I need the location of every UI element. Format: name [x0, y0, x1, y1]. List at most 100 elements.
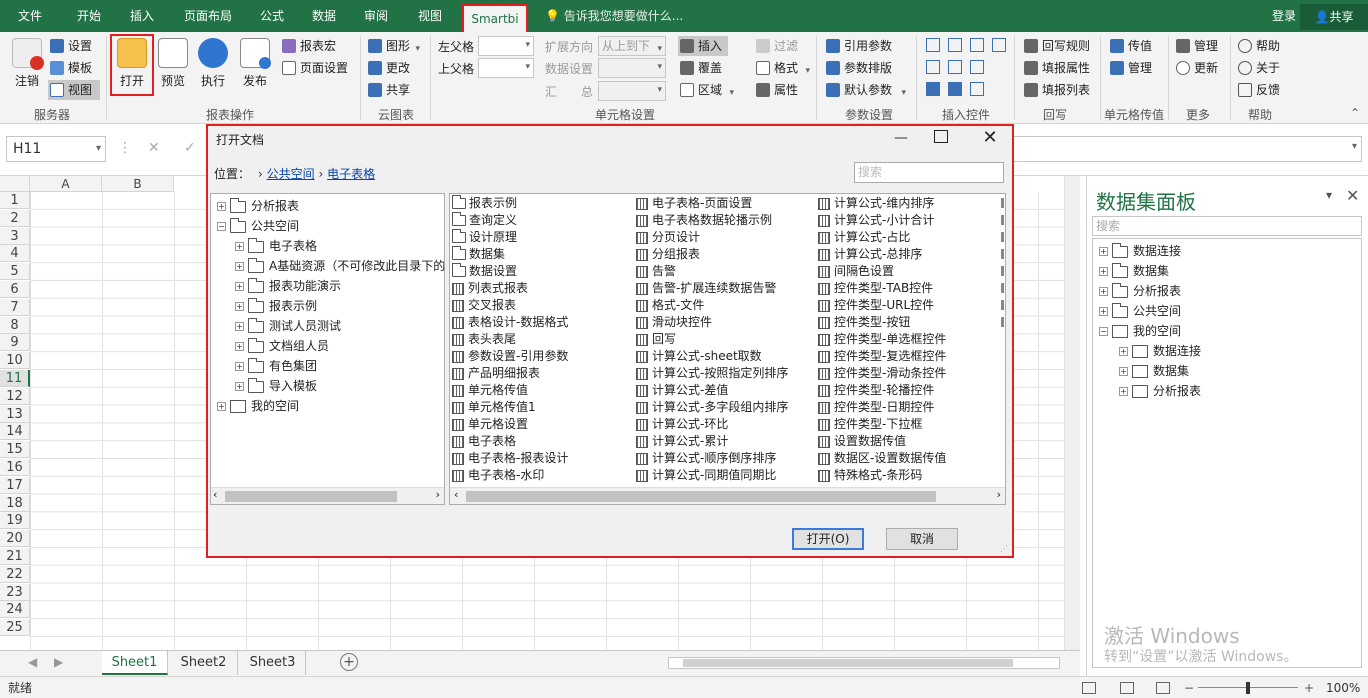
execute-button[interactable]: 执行	[192, 36, 234, 96]
expand-icon[interactable]: +	[1119, 347, 1128, 356]
top-parent-select[interactable]: ▾	[478, 58, 534, 78]
tree-node[interactable]: + 报表功能演示	[235, 276, 341, 296]
expand-icon[interactable]: +	[1099, 287, 1108, 296]
check-icon[interactable]: ✓	[184, 140, 196, 156]
row-header[interactable]: 7	[0, 298, 30, 316]
tab-insert[interactable]: 插入	[122, 0, 162, 32]
file-item[interactable]: 参数设置-引用参数	[452, 348, 632, 365]
row-header[interactable]: 5	[0, 263, 30, 281]
breadcrumb-link-public[interactable]: 公共空间	[267, 167, 315, 181]
dialog-search-input[interactable]: 搜索	[854, 162, 1004, 183]
expand-icon[interactable]: +	[217, 202, 226, 211]
file-item[interactable]: 控件类型-按钮	[818, 314, 998, 331]
chevron-right-icon[interactable]: ›	[436, 488, 440, 501]
file-item[interactable]: 控件类型-复选框控件	[818, 348, 998, 365]
left-parent-select[interactable]: ▾	[478, 36, 534, 56]
file-item[interactable]: 电子表格	[452, 433, 632, 450]
tab-file[interactable]: 文件	[8, 0, 52, 32]
expand-icon[interactable]: +	[235, 342, 244, 351]
tab-review[interactable]: 审阅	[356, 0, 396, 32]
row-header[interactable]: 6	[0, 281, 30, 298]
file-item[interactable]: 计算公式-总排序	[818, 246, 998, 263]
file-item[interactable]: 控件类型-单选框控件	[818, 331, 998, 348]
cancel-button[interactable]: 取消	[886, 528, 958, 550]
cancel-icon[interactable]: ✕	[148, 140, 160, 156]
file-item[interactable]: 控件类型-滑动条控件	[818, 365, 998, 382]
panel-tree-node[interactable]: + 分析报表	[1099, 281, 1181, 301]
tab-formulas[interactable]: 公式	[252, 0, 292, 32]
logout-button[interactable]: 注销	[6, 36, 48, 96]
tab-view[interactable]: 视图	[408, 0, 452, 32]
file-item[interactable]: 单元格设置	[452, 416, 632, 433]
check-control-icon[interactable]	[926, 82, 940, 96]
tree-node[interactable]: + 分析报表	[217, 196, 299, 216]
file-item[interactable]: 电子表格数据轮播示例	[636, 212, 816, 229]
dropdown-control-icon[interactable]	[926, 38, 940, 52]
writeback-rules-button[interactable]: 回写规则	[1022, 36, 1090, 56]
row-header[interactable]: 23	[0, 583, 30, 601]
row-header[interactable]: 1	[0, 192, 30, 209]
sheet-tab-2[interactable]: Sheet2	[170, 651, 238, 675]
tree-node[interactable]: − 公共空间	[217, 216, 299, 236]
params-layout-button[interactable]: 参数排版	[824, 58, 892, 78]
row-header[interactable]: 21	[0, 548, 30, 565]
file-item[interactable]: 电子表格-水印	[452, 467, 632, 484]
checkbox-control-icon[interactable]	[970, 38, 984, 52]
help-button[interactable]: 帮助	[1236, 36, 1280, 56]
minimize-icon[interactable]: —	[888, 126, 914, 150]
add-sheet-icon[interactable]: +	[340, 653, 358, 671]
file-item[interactable]: 交叉报表	[452, 297, 632, 314]
scrollbar-thumb[interactable]	[466, 491, 936, 502]
scrollbar-thumb[interactable]	[683, 659, 1013, 667]
file-item[interactable]: 设计原理	[452, 229, 632, 246]
page-layout-view-icon[interactable]	[1120, 682, 1134, 694]
file-item[interactable]: 计算公式-顺序倒序排序	[636, 450, 816, 467]
file-item[interactable]: 控件类型-日期控件	[818, 399, 998, 416]
row-header[interactable]: 11	[0, 370, 30, 387]
column-header[interactable]: B	[102, 176, 174, 192]
expand-icon[interactable]: +	[235, 262, 244, 271]
scroll-right-icon[interactable]: ▶	[54, 655, 63, 669]
file-item[interactable]: 电子表格-页面设置	[636, 195, 816, 212]
overwrite-mode-button[interactable]: 覆盖	[678, 58, 722, 78]
file-item[interactable]: 控件类型-URL控件	[818, 297, 998, 314]
file-item[interactable]: 格式-文件	[636, 297, 816, 314]
panel-tree-node[interactable]: + 数据连接	[1099, 241, 1181, 261]
horizontal-scrollbar[interactable]	[668, 657, 1060, 669]
row-header[interactable]: 15	[0, 441, 30, 459]
expand-icon[interactable]: +	[235, 302, 244, 311]
file-item[interactable]: 控件类型-轮播控件	[818, 382, 998, 399]
format-button[interactable]: 格式 ▾	[754, 58, 810, 78]
file-item[interactable]: 数据区-设置数据传值	[818, 450, 998, 467]
name-box[interactable]: H11 ▾	[6, 136, 106, 162]
file-item[interactable]: 计算公式-小计合计	[818, 212, 998, 229]
file-item[interactable]: 告警-扩展连续数据告警	[636, 280, 816, 297]
scroll-left-icon[interactable]: ◀	[28, 655, 37, 669]
more-manage-button[interactable]: 管理	[1174, 36, 1218, 56]
row-header[interactable]: 2	[0, 209, 30, 227]
file-item[interactable]: 计算公式-占比	[818, 229, 998, 246]
collapse-icon[interactable]: −	[1099, 327, 1108, 336]
collapse-ribbon-icon[interactable]: ⌃	[1350, 106, 1360, 120]
chevron-right-icon[interactable]: ›	[997, 488, 1001, 501]
expand-icon[interactable]: +	[235, 242, 244, 251]
row-header[interactable]: 25	[0, 619, 30, 637]
radio-control-icon[interactable]	[948, 60, 962, 74]
filter-button[interactable]: 过滤	[754, 36, 798, 56]
file-item[interactable]: 特殊格式-条形码	[818, 467, 998, 484]
share-chart-button[interactable]: 共享	[366, 80, 410, 100]
chevron-left-icon[interactable]: ‹	[454, 488, 458, 501]
area-button[interactable]: 区域 ▾	[678, 80, 734, 100]
summary-select[interactable]: ▾	[598, 81, 666, 101]
row-header[interactable]: 3	[0, 227, 30, 245]
file-item[interactable]: 间隔色设置	[818, 263, 998, 280]
sheet-tab-3[interactable]: Sheet3	[240, 651, 306, 675]
file-item[interactable]: 设置数据传值	[818, 433, 998, 450]
tree-node[interactable]: + 测试人员测试	[235, 316, 341, 336]
file-item[interactable]: 计算公式-维内排序	[818, 195, 998, 212]
file-item[interactable]: 计算公式-多字段组内排序	[636, 399, 816, 416]
panel-tree-node[interactable]: + 数据集	[1119, 361, 1189, 381]
feedback-button[interactable]: 反馈	[1236, 80, 1280, 100]
panel-tree-node[interactable]: + 数据连接	[1119, 341, 1201, 361]
row-header[interactable]: 4	[0, 245, 30, 263]
